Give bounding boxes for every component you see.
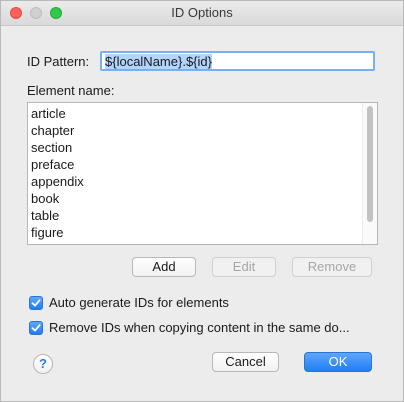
remove-on-copy-checkbox[interactable] [29,321,43,335]
list-item[interactable]: figure [31,224,105,241]
edit-button[interactable]: Edit [212,257,276,277]
window-title: ID Options [171,5,233,20]
help-icon: ? [39,356,47,371]
auto-generate-checkbox[interactable] [29,296,43,310]
list-item[interactable]: informaltable [31,241,105,244]
checkmark-icon [31,324,41,332]
ok-button[interactable]: OK [304,352,372,372]
list-item[interactable]: table [31,207,105,224]
list-item[interactable]: chapter [31,122,105,139]
cancel-button[interactable]: Cancel [212,352,279,372]
id-pattern-input[interactable]: ${localName}.${id} [100,51,375,71]
id-pattern-label: ID Pattern: [27,54,90,69]
list-item[interactable]: book [31,190,105,207]
list-item[interactable]: section [31,139,105,156]
scroll-thumb[interactable] [367,106,373,222]
title-bar[interactable]: ID Options [1,1,403,26]
help-button[interactable]: ? [33,354,53,374]
add-button[interactable]: Add [132,257,196,277]
list-scrollbar[interactable] [362,103,377,244]
list-item[interactable]: article [31,105,105,122]
remove-button[interactable]: Remove [292,257,372,277]
element-name-list[interactable]: article chapter section preface appendix… [27,102,378,245]
remove-on-copy-label[interactable]: Remove IDs when copying content in the s… [49,320,350,335]
list-item[interactable]: appendix [31,173,105,190]
auto-generate-label[interactable]: Auto generate IDs for elements [49,295,229,310]
id-options-dialog: ID Options ID Pattern: ${localName}.${id… [0,0,404,402]
element-name-label: Element name: [27,83,115,98]
id-pattern-value: ${localName}.${id} [105,54,212,69]
list-item[interactable]: preface [31,156,105,173]
checkmark-icon [31,299,41,307]
